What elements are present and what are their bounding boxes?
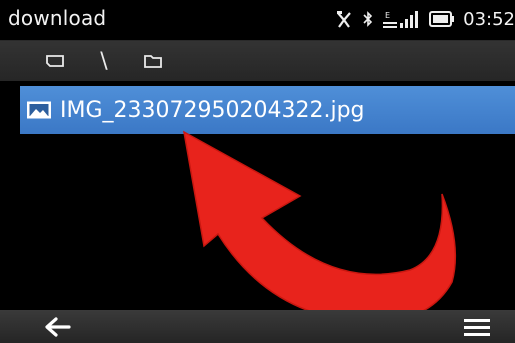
folder-icon[interactable] bbox=[140, 41, 166, 81]
bluetooth-icon bbox=[363, 9, 373, 29]
image-file-icon bbox=[26, 100, 52, 120]
battery-icon bbox=[429, 11, 455, 27]
bottom-toolbar bbox=[0, 310, 515, 343]
file-list: IMG_233072950204322.jpg bbox=[0, 82, 515, 310]
file-list-item-selected[interactable]: IMG_233072950204322.jpg bbox=[20, 86, 515, 134]
svg-text:E: E bbox=[385, 11, 390, 20]
silent-mode-icon bbox=[335, 9, 353, 29]
status-bar: download E 03:52 bbox=[0, 0, 515, 41]
status-icons: E 03:52 bbox=[325, 6, 515, 32]
path-separator: \ bbox=[100, 48, 108, 74]
back-arrow-icon[interactable] bbox=[40, 310, 74, 343]
memory-card-icon[interactable] bbox=[42, 41, 68, 81]
menu-icon[interactable] bbox=[460, 310, 494, 343]
phone-screen: download E 03:52 \ IMG_233072950204322.j… bbox=[0, 0, 515, 343]
clock: 03:52 bbox=[463, 8, 515, 30]
app-title: download bbox=[8, 6, 107, 30]
file-name: IMG_233072950204322.jpg bbox=[60, 97, 365, 123]
network-signal-icon: E bbox=[383, 9, 419, 29]
path-bar: \ bbox=[0, 41, 515, 81]
